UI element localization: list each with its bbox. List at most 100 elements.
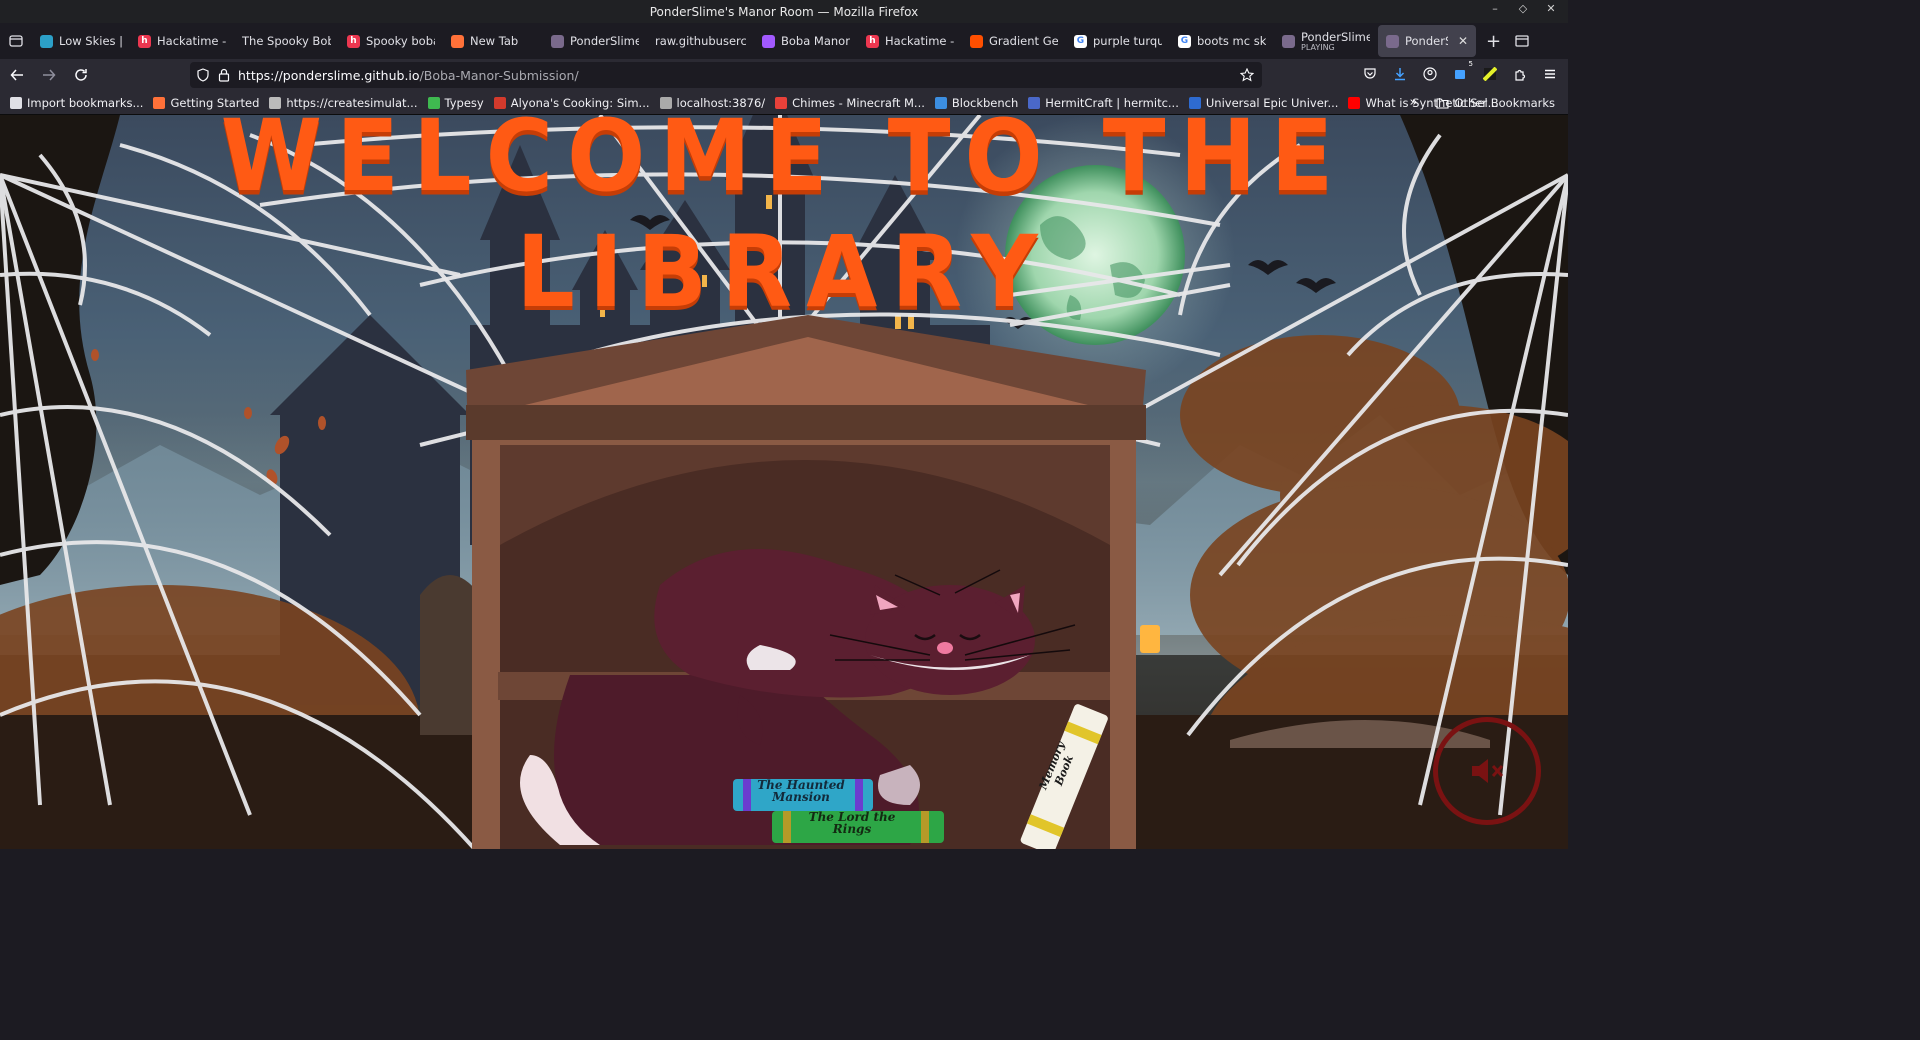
app-menu-button[interactable] [1540,63,1560,85]
bookmark-favicon-icon [934,96,947,109]
tab-label: Hackatime - C [157,34,226,48]
list-all-tabs-button[interactable] [0,23,32,59]
minimize-icon[interactable]: – [1488,2,1502,15]
gradient-favicon [970,34,983,48]
mute-toggle-button[interactable] [1433,717,1541,825]
bookmark-item[interactable]: Import bookmarks... [5,96,148,110]
reload-button[interactable] [66,60,96,90]
tab-list-icon [9,35,23,47]
extensions-menu-button[interactable] [1510,63,1530,85]
tab-2[interactable]: The Spooky Boba [234,25,339,57]
page-heading: WELCOME TO THE LIBRARY [220,115,1348,330]
hackatime-favicon: h [138,34,151,48]
bookmark-label: Getting Started [170,95,260,110]
bookmark-item[interactable]: HermitCraft | hermitc... [1023,96,1184,110]
close-window-icon[interactable]: ✕ [1544,2,1558,15]
bookmark-favicon-icon [659,96,672,109]
window-view-icon[interactable] [1515,34,1529,48]
tab-label: New Tab [470,34,519,48]
bookmark-item[interactable]: Chimes - Minecraft M... [770,96,930,110]
book-lord-of-the-rings[interactable]: The Lord the Rings [792,811,912,835]
bookmark-item[interactable]: Getting Started [148,96,264,110]
tab-7[interactable]: Boba Manor D [754,25,858,57]
tab-11[interactable]: Gboots mc skin [1170,25,1274,57]
google-favicon: G [1178,34,1191,48]
hackatime-favicon: h [866,34,879,48]
forward-button[interactable] [34,60,64,90]
tab-13[interactable]: PonderSlim ✕ [1378,25,1476,57]
bookmark-favicon-icon [775,96,788,109]
shield-icon[interactable] [196,68,210,82]
bookmark-item[interactable]: Alyona's Cooking: Sim... [489,96,655,110]
bookmark-star-icon[interactable] [1240,68,1254,82]
tab-favicon [40,34,53,48]
bookmark-label: Import bookmarks... [27,95,144,110]
bookmark-favicon-icon [1188,96,1201,109]
tab-label: PonderSlim [1405,34,1448,48]
other-bookmarks-folder[interactable]: Other Bookmarks [1431,96,1560,110]
tab-12[interactable]: PonderSlime'sPLAYING [1274,25,1378,57]
bookmark-item[interactable]: localhost:3876/ [655,96,771,110]
more-bookmarks-chevron-icon[interactable]: » [1409,95,1417,110]
tab-label: The Spooky Boba [242,34,331,48]
tab-6[interactable]: raw.githubuserco [647,25,754,57]
account-button[interactable] [1420,63,1440,85]
bookmark-label: https://createsimulat... [286,95,418,110]
extension-button-2[interactable] [1480,63,1500,85]
bookmark-item[interactable]: Universal Epic Univer... [1184,96,1344,110]
bookmarks-toolbar: Import bookmarks... Getting Started https:… [0,91,1568,115]
manor-favicon [1282,34,1295,48]
new-tab-button[interactable]: + [1486,31,1501,52]
bookmark-favicon-icon [10,96,22,109]
account-icon [1423,67,1437,81]
tab-8[interactable]: h Hackatime - C [858,25,962,57]
tab-5[interactable]: PonderSlime's [543,25,647,57]
bookmark-favicon-icon [153,96,166,109]
bookmark-favicon-icon [493,96,506,109]
tab-1[interactable]: h Hackatime - C [130,25,234,57]
tab-label: Boba Manor D [781,34,850,48]
tab-4[interactable]: New Tab [443,25,543,57]
tab-label: Low Skies | Ha [59,34,122,48]
bookmark-item[interactable]: https://createsimulat... [264,96,422,110]
tab-label: Gradient Gene [989,34,1058,48]
castle-door [420,575,480,735]
lock-icon[interactable] [218,68,230,82]
manor-favicon [1386,34,1399,48]
maximize-icon[interactable]: ◇ [1516,2,1530,15]
bookmark-item[interactable]: Blockbench [930,96,1023,110]
bookmark-label: Alyona's Cooking: Sim... [510,95,650,110]
manor-favicon [551,34,564,48]
back-button[interactable] [2,60,32,90]
downloads-button[interactable] [1390,63,1410,85]
book-haunted-mansion[interactable]: The Haunted Mansion [745,779,857,803]
tab-9[interactable]: Gradient Gene [962,25,1066,57]
hamburger-menu-icon [1545,69,1555,79]
figma-favicon [762,34,775,48]
lantern [1140,625,1160,653]
pocket-button[interactable] [1360,63,1380,85]
pocket-icon [1364,68,1376,79]
close-tab-icon[interactable]: ✕ [1458,34,1468,48]
puzzle-icon [1515,69,1526,81]
bookmark-label: localhost:3876/ [676,95,766,110]
bookmark-item[interactable]: Typesy [423,96,489,110]
url-bar[interactable]: https://ponderslime.github.io/Boba-Manor… [190,62,1262,88]
colorful-extension-icon [1483,67,1497,81]
bookmark-label: Universal Epic Univer... [1205,95,1339,110]
tab-label: purple turquo [1093,34,1162,48]
arrow-left-icon [10,69,23,81]
folder-icon [1436,97,1449,109]
bookmark-favicon-icon [427,96,440,109]
speaker-muted-icon [1472,759,1504,783]
tab-label: raw.githubuserco [655,34,746,48]
download-icon [1395,68,1405,81]
bookmark-favicon-icon [1348,96,1361,109]
tab-3[interactable]: h Spooky boba s [339,25,443,57]
tab-0[interactable]: Low Skies | Ha [32,25,130,57]
other-bookmarks-label: Other Bookmarks [1454,95,1555,110]
tab-10[interactable]: Gpurple turquo [1066,25,1170,57]
hackatime-favicon: h [347,34,360,48]
extension-button[interactable]: 5 [1450,60,1473,85]
reload-icon [75,69,87,81]
